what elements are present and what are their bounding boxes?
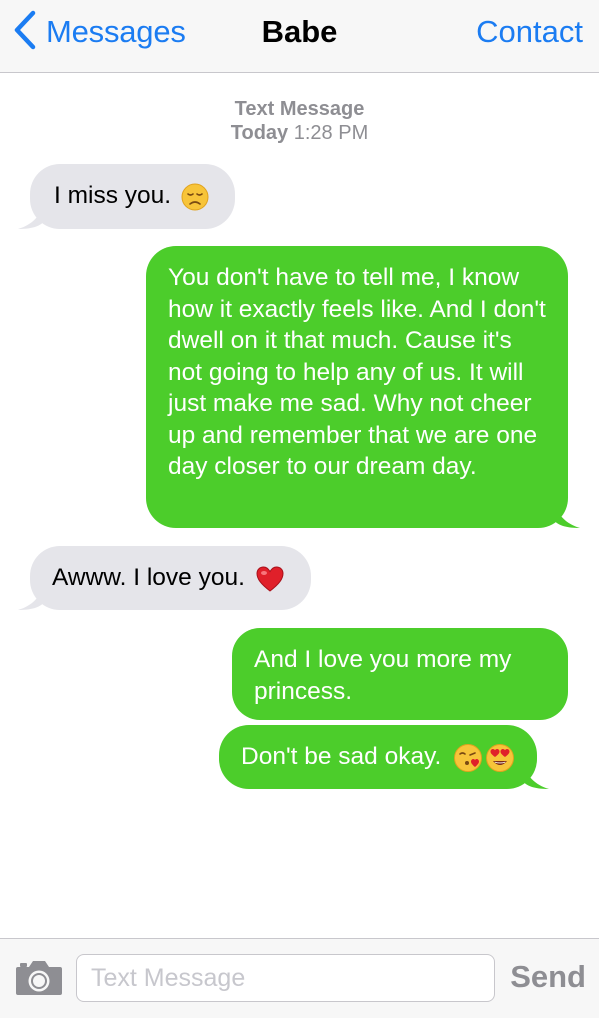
message-bubble-incoming[interactable]: I miss you. bbox=[18, 164, 236, 229]
message-text: I miss you. bbox=[54, 182, 172, 209]
red-heart-emoji bbox=[255, 565, 285, 593]
message-bubble-outgoing[interactable]: You don't have to tell me, I know how it… bbox=[146, 246, 580, 528]
timestamp-day: Today bbox=[230, 122, 289, 144]
send-button[interactable]: Send bbox=[510, 959, 586, 995]
timestamp-time: 1:28 PM bbox=[293, 122, 369, 144]
bubble-tail bbox=[18, 201, 44, 229]
bubble-tail bbox=[523, 761, 550, 789]
contact-button[interactable]: Contact bbox=[476, 14, 583, 50]
message-bubble-outgoing[interactable]: Don't be sad okay. bbox=[219, 725, 550, 789]
message-bubble-outgoing[interactable]: And I love you more my princess. bbox=[232, 628, 568, 720]
nav-bar: Messages Babe Contact bbox=[0, 0, 599, 73]
message-text: You don't have to tell me, I know how it… bbox=[168, 264, 546, 480]
messages-screen: Messages Babe Contact Text Message Today… bbox=[0, 0, 599, 1018]
back-button-label: Messages bbox=[46, 14, 186, 49]
camera-button[interactable] bbox=[14, 957, 64, 999]
thread-type-label: Text Message bbox=[234, 98, 365, 120]
message-text: And I love you more my princess. bbox=[254, 646, 512, 705]
message-text: Awww. I love you. bbox=[52, 564, 245, 591]
disappointed-face-emoji bbox=[181, 183, 209, 211]
bubble-tail bbox=[18, 582, 44, 610]
chevron-left-icon bbox=[12, 10, 46, 55]
message-text: Don't be sad okay. bbox=[241, 743, 442, 770]
message-input[interactable] bbox=[76, 954, 495, 1002]
message-bubble-incoming[interactable]: Awww. I love you. bbox=[18, 546, 311, 610]
heart-eyes-emoji bbox=[485, 743, 515, 773]
face-blowing-kiss-emoji bbox=[453, 743, 483, 773]
bubble-tail bbox=[554, 500, 580, 528]
compose-bar: Send bbox=[0, 938, 599, 1018]
back-button[interactable]: Messages bbox=[12, 10, 186, 55]
thread-timestamp: Today 1:28 PM bbox=[0, 122, 599, 145]
camera-icon bbox=[14, 961, 64, 1003]
